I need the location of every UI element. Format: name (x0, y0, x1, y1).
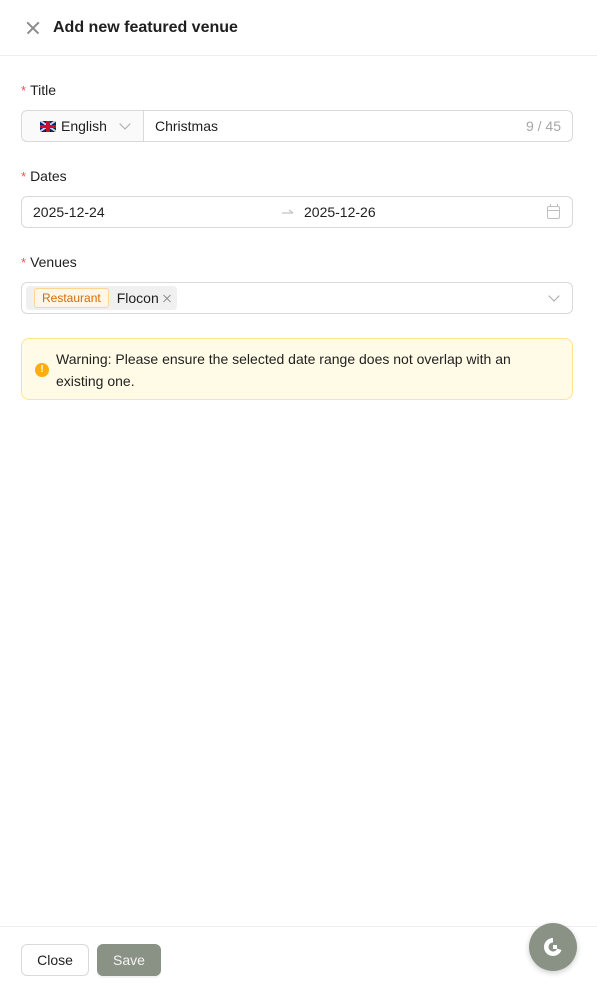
category-tag: Restaurant (34, 288, 109, 308)
title-field: English Christmas 9 / 45 (21, 110, 573, 142)
title-label-text: Title (30, 82, 56, 98)
venues-label: * Venues (21, 254, 77, 270)
tag-close-icon[interactable] (162, 293, 172, 303)
uk-flag-icon (40, 120, 56, 132)
title-label: * Title (21, 82, 56, 98)
dates-label-text: Dates (30, 168, 67, 184)
warning-text: Warning: Please ensure the selected date… (56, 351, 511, 389)
dates-label: * Dates (21, 168, 67, 184)
warning-icon: ! (35, 363, 49, 377)
chevron-down-icon (548, 290, 560, 302)
chat-widget-button[interactable] (529, 923, 577, 971)
venues-select[interactable]: Restaurant Flocon (21, 282, 573, 314)
venues-label-text: Venues (30, 254, 77, 270)
close-button[interactable]: Close (21, 944, 89, 976)
required-mark: * (21, 169, 27, 184)
arrow-right-icon (282, 209, 294, 214)
venue-name: Flocon (116, 290, 159, 306)
required-mark: * (21, 255, 27, 270)
chat-icon (544, 938, 562, 956)
warning-alert: ! Warning: Please ensure the selected da… (21, 338, 573, 400)
start-date-input[interactable]: 2025-12-24 (33, 204, 105, 220)
drawer-title: Add new featured venue (53, 18, 238, 36)
language-select[interactable]: English (21, 110, 143, 142)
language-value: English (61, 118, 107, 134)
save-button[interactable]: Save (97, 944, 161, 976)
character-counter: 9 / 45 (525, 118, 561, 134)
title-value: Christmas (155, 118, 219, 134)
title-input[interactable]: Christmas 9 / 45 (143, 110, 573, 142)
drawer-footer: Close Save (0, 926, 597, 991)
date-range-picker[interactable]: 2025-12-24 2025-12-26 (21, 196, 573, 228)
end-date-input[interactable]: 2025-12-26 (304, 204, 376, 220)
selected-venue-tag: Restaurant Flocon (26, 286, 177, 310)
required-mark: * (21, 83, 27, 98)
close-icon[interactable] (24, 19, 42, 37)
chevron-down-icon (119, 118, 131, 130)
calendar-icon[interactable] (547, 204, 560, 219)
drawer-header: Add new featured venue (0, 0, 597, 56)
